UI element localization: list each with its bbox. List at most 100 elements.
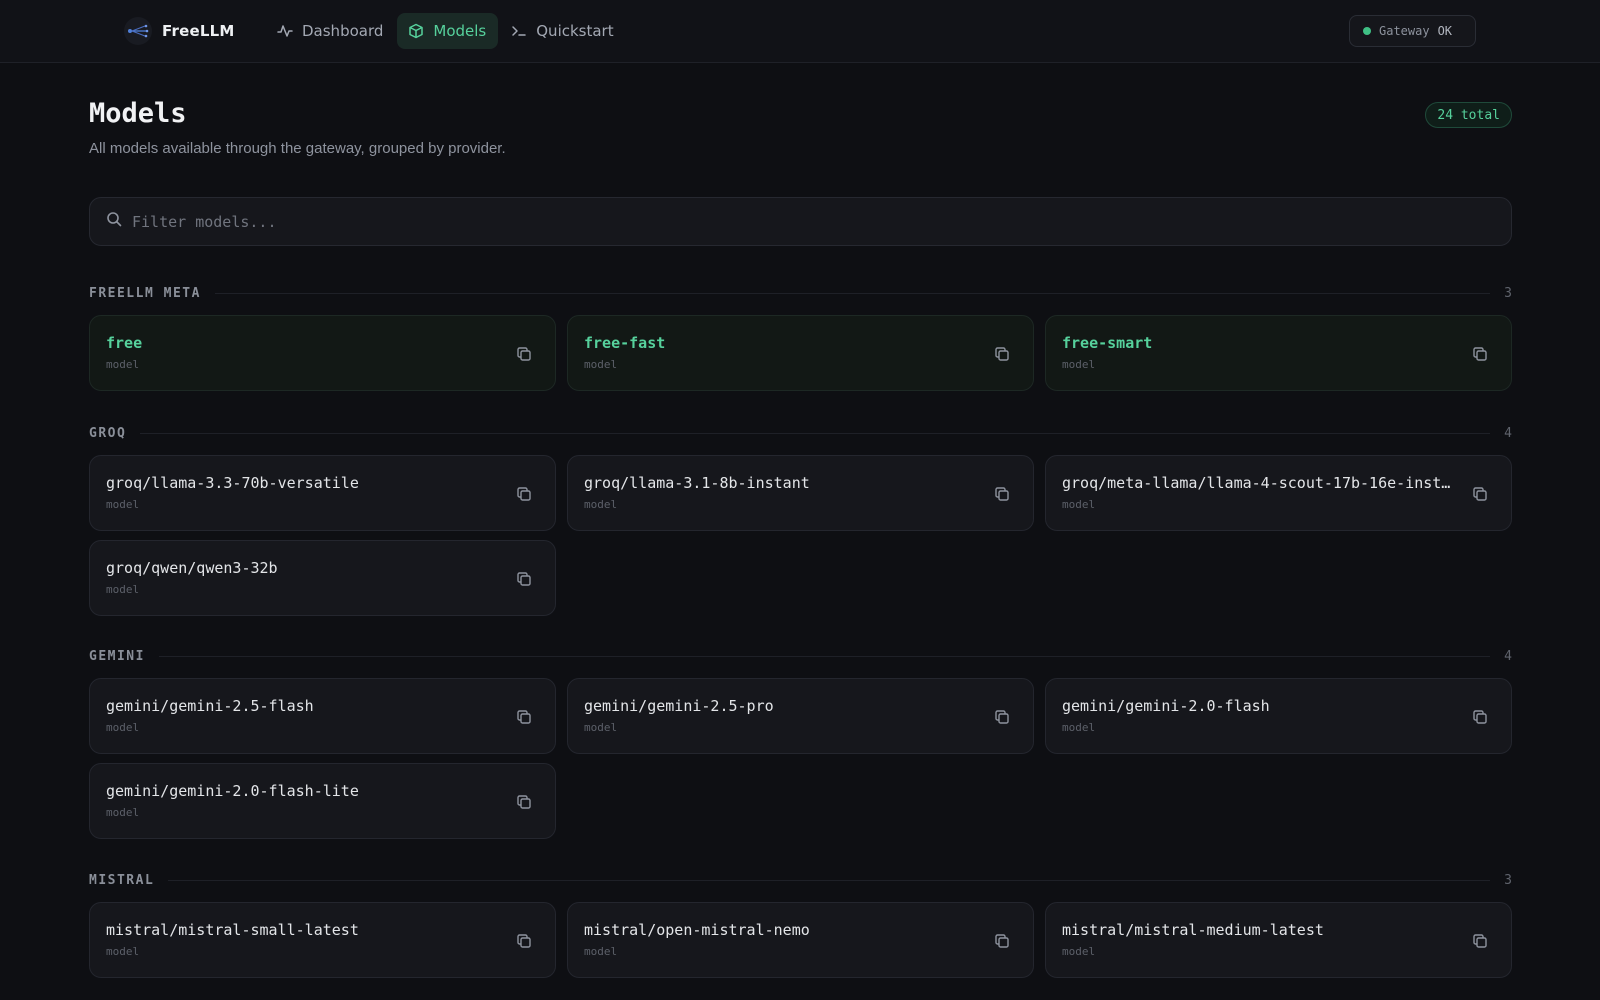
gateway-status-badge: Gateway OK: [1349, 15, 1476, 47]
model-type-label: model: [106, 583, 140, 596]
divider: [140, 432, 1491, 434]
provider-group-header: GROQ 4: [89, 423, 1512, 443]
model-card[interactable]: free-smart model: [1045, 315, 1512, 391]
nav-item-label: Models: [433, 22, 487, 40]
provider-model-count: 3: [1504, 285, 1512, 301]
model-card[interactable]: mistral/open-mistral-nemo model: [567, 902, 1034, 978]
model-type-label: model: [106, 721, 140, 734]
total-count-badge: 24 total: [1425, 102, 1512, 128]
cube-icon: [407, 22, 425, 40]
model-type-label: model: [1062, 358, 1096, 371]
nav-item-models[interactable]: Models: [397, 13, 499, 49]
filter-search-box: [89, 197, 1512, 246]
model-type-label: model: [1062, 721, 1096, 734]
model-type-label: model: [1062, 498, 1096, 511]
model-name: gemini/gemini-2.5-flash: [106, 697, 314, 715]
model-type-label: model: [584, 945, 618, 958]
model-name: free-smart: [1062, 334, 1153, 352]
model-name: free: [106, 334, 143, 352]
copy-icon[interactable]: [991, 343, 1013, 365]
model-card[interactable]: groq/qwen/qwen3-32b model: [89, 540, 556, 616]
model-card[interactable]: groq/llama-3.3-70b-versatile model: [89, 455, 556, 531]
copy-icon[interactable]: [991, 930, 1013, 952]
copy-icon[interactable]: [991, 483, 1013, 505]
provider-name: FREELLM META: [89, 285, 201, 301]
model-name: gemini/gemini-2.0-flash: [1062, 697, 1270, 715]
model-card[interactable]: free-fast model: [567, 315, 1034, 391]
model-name: gemini/gemini-2.0-flash-lite: [106, 782, 359, 800]
model-name: gemini/gemini-2.5-pro: [584, 697, 774, 715]
model-card[interactable]: mistral/mistral-medium-latest model: [1045, 902, 1512, 978]
provider-model-count: 3: [1504, 872, 1512, 888]
model-card[interactable]: free model: [89, 315, 556, 391]
model-name: free-fast: [584, 334, 666, 352]
model-name: mistral/mistral-small-latest: [106, 921, 359, 939]
model-name: groq/llama-3.3-70b-versatile: [106, 474, 359, 492]
divider: [158, 655, 1491, 657]
model-card-grid: mistral/mistral-small-latest model mistral…: [89, 902, 1512, 978]
activity-icon: [276, 22, 294, 40]
model-type-label: model: [584, 498, 618, 511]
provider-model-count: 4: [1504, 648, 1512, 664]
provider-group: GEMINI 4 gemini/gemini-2.5-flash model gemin…: [89, 646, 1512, 839]
brand[interactable]: FreeLLM: [124, 16, 234, 46]
copy-icon[interactable]: [513, 930, 535, 952]
network-logo-icon: [124, 17, 152, 45]
model-name: mistral/mistral-medium-latest: [1062, 921, 1324, 939]
provider-group-header: FREELLM META 3: [89, 283, 1512, 303]
provider-model-count: 4: [1504, 425, 1512, 441]
copy-icon[interactable]: [513, 343, 535, 365]
model-card-grid: free model free-fast model free-smart model: [89, 315, 1512, 391]
model-card-grid: groq/llama-3.3-70b-versatile model groq/ll…: [89, 455, 1512, 616]
top-navigation-bar: FreeLLM Dashboard Models Quickstart Gate…: [0, 0, 1600, 63]
nav-item-label: Dashboard: [302, 22, 384, 40]
page-title: Models: [89, 98, 187, 129]
copy-icon[interactable]: [513, 568, 535, 590]
main-nav: Dashboard Models Quickstart: [266, 13, 626, 49]
nav-item-label: Quickstart: [536, 22, 614, 40]
divider: [214, 292, 1491, 294]
provider-group-header: GEMINI 4: [89, 646, 1512, 666]
model-card[interactable]: gemini/gemini-2.5-flash model: [89, 678, 556, 754]
copy-icon[interactable]: [1469, 483, 1491, 505]
copy-icon[interactable]: [991, 706, 1013, 728]
nav-item-dashboard[interactable]: Dashboard: [266, 13, 395, 49]
model-card[interactable]: gemini/gemini-2.0-flash-lite model: [89, 763, 556, 839]
provider-name: GEMINI: [89, 648, 145, 664]
model-name: groq/llama-3.1-8b-instant: [584, 474, 810, 492]
copy-icon[interactable]: [513, 483, 535, 505]
model-type-label: model: [584, 721, 618, 734]
model-card[interactable]: groq/meta-llama/llama-4-scout-17b-16e-in…: [1045, 455, 1512, 531]
provider-name: MISTRAL: [89, 872, 155, 888]
provider-group: FREELLM META 3 free model free-fast model free…: [89, 283, 1512, 391]
page-subtitle: All models available through the gateway…: [89, 140, 506, 157]
copy-icon[interactable]: [1469, 930, 1491, 952]
model-card[interactable]: mistral/mistral-small-latest model: [89, 902, 556, 978]
gateway-label: Gateway: [1379, 24, 1430, 38]
model-type-label: model: [106, 806, 140, 819]
model-name: groq/meta-llama/llama-4-scout-17b-16e-in…: [1062, 474, 1451, 492]
model-card[interactable]: groq/llama-3.1-8b-instant model: [567, 455, 1034, 531]
copy-icon[interactable]: [1469, 343, 1491, 365]
model-type-label: model: [106, 945, 140, 958]
search-icon: [106, 211, 122, 232]
model-type-label: model: [1062, 945, 1096, 958]
status-dot-icon: [1363, 27, 1371, 35]
model-card[interactable]: gemini/gemini-2.0-flash model: [1045, 678, 1512, 754]
filter-models-input[interactable]: [132, 212, 1511, 231]
copy-icon[interactable]: [1469, 706, 1491, 728]
nav-item-quickstart[interactable]: Quickstart: [500, 13, 625, 49]
provider-group: MISTRAL 3 mistral/mistral-small-latest mode…: [89, 870, 1512, 978]
provider-group: GROQ 4 groq/llama-3.3-70b-versatile model gr…: [89, 423, 1512, 616]
copy-icon[interactable]: [513, 791, 535, 813]
model-type-label: model: [106, 358, 140, 371]
gateway-state: OK: [1437, 24, 1453, 38]
model-card-grid: gemini/gemini-2.5-flash model gemini/gemin…: [89, 678, 1512, 839]
provider-group-header: MISTRAL 3: [89, 870, 1512, 890]
provider-name: GROQ: [89, 425, 127, 441]
copy-icon[interactable]: [513, 706, 535, 728]
model-card[interactable]: gemini/gemini-2.5-pro model: [567, 678, 1034, 754]
app-name: FreeLLM: [162, 22, 235, 40]
model-name: groq/qwen/qwen3-32b: [106, 559, 278, 577]
model-name: mistral/open-mistral-nemo: [584, 921, 810, 939]
